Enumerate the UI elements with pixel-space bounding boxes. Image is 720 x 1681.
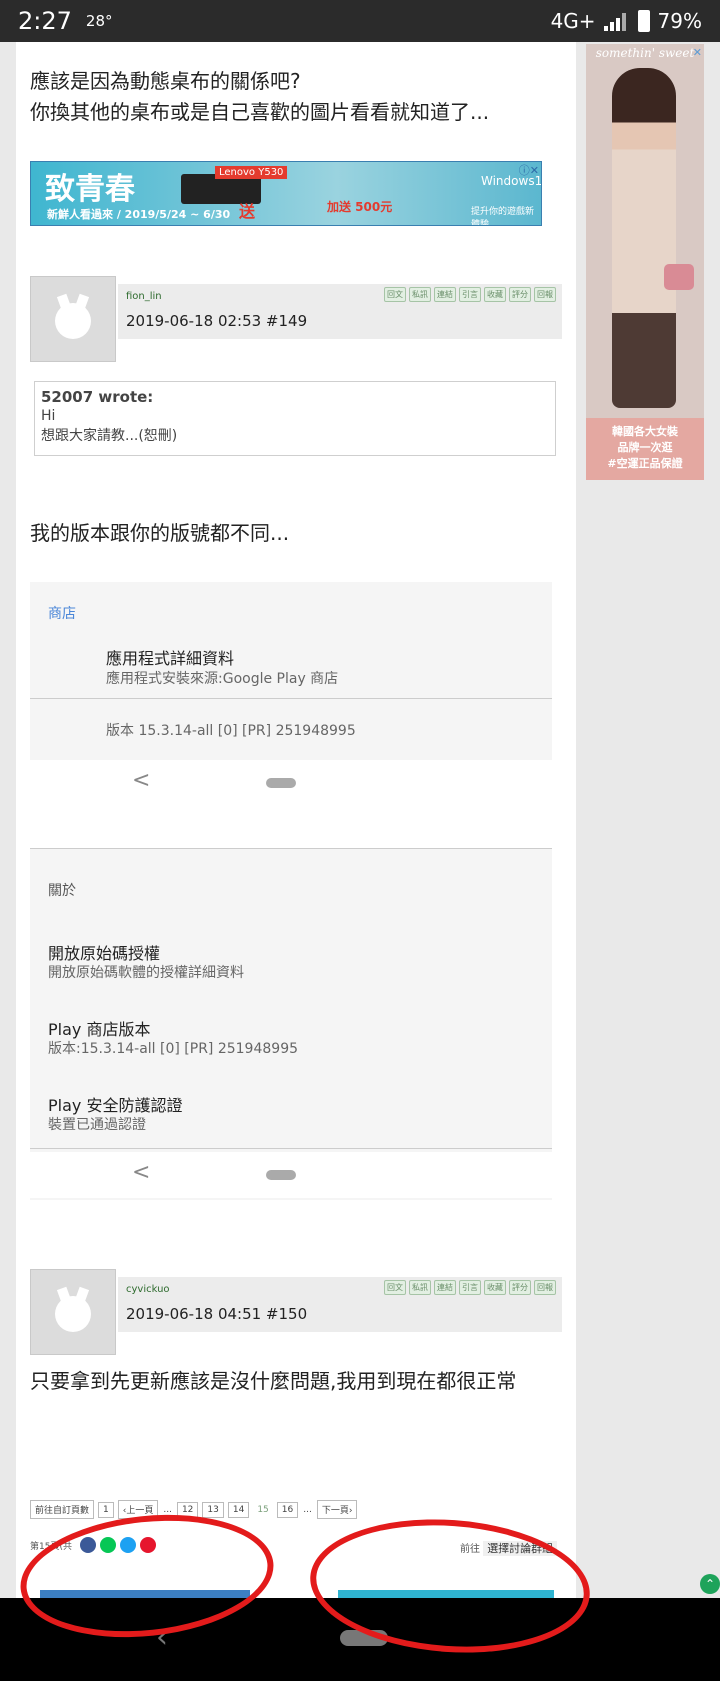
thread-content: 應該是因為動態桌布的關係吧? 你換其他的桌布或是自己喜歡的圖片看看就知道了...…	[16, 42, 576, 1598]
post-meta: cyvickuo 2019-06-18 04:51 #150 回文 私訊 連結 …	[118, 1277, 562, 1332]
version-text: 版本 15.3.14-all [0] [PR] 251948995	[106, 723, 356, 739]
side-ad[interactable]: somethin' sweet ✕ 韓國各大女裝 品牌一次逛 #空運正品保證	[586, 44, 704, 480]
banner-brand: Lenovo Y530	[215, 166, 288, 179]
about-item-subtitle: 裝置已通過認證	[48, 1117, 146, 1133]
post-header-149: fion_lin 2019-06-18 02:53 #149 回文 私訊 連結 …	[30, 276, 562, 362]
post-intro-line-1: 應該是因為動態桌布的關係吧?	[30, 69, 301, 93]
post-actions: 回文 私訊 連結 引言 收藏 評分 回報	[384, 1280, 556, 1295]
side-ad-caption: 韓國各大女裝 品牌一次逛 #空運正品保證	[586, 418, 704, 480]
action-reply-button[interactable]: 回文	[384, 1280, 406, 1295]
banner-gift: 送	[239, 202, 256, 221]
store-section-label: 商店	[48, 606, 76, 622]
action-rate-button[interactable]: 評分	[509, 287, 531, 302]
current-page: 15	[257, 1504, 269, 1515]
action-quote-button[interactable]: 引言	[459, 287, 481, 302]
post-meta: fion_lin 2019-06-18 02:53 #149 回文 私訊 連結 …	[118, 284, 562, 339]
page-link[interactable]: 1	[98, 1501, 114, 1518]
app-details-source: 應用程式安裝來源:Google Play 商店	[106, 671, 339, 687]
cat-avatar-icon	[55, 303, 91, 339]
home-pill-icon	[266, 1170, 296, 1180]
banner-gift-extra: 加送 500元	[327, 200, 393, 214]
network-type: 4G+	[550, 9, 596, 33]
action-rate-button[interactable]: 評分	[509, 1280, 531, 1295]
action-pm-button[interactable]: 私訊	[409, 1280, 431, 1295]
banner-ad[interactable]: 致青春 新鮮人看過來 / 2019/5/24 ~ 6/30 Lenovo Y53…	[30, 161, 542, 226]
page-link[interactable]: 16	[276, 1501, 299, 1518]
banner-title: 致青春	[45, 172, 135, 207]
model-image	[612, 68, 676, 408]
ad-close-icon[interactable]: ⓘ✕	[519, 162, 539, 178]
action-report-button[interactable]: 回報	[534, 1280, 556, 1295]
side-ad-label: somethin' sweet	[595, 46, 695, 60]
status-bar: 2:27 28° 4G+ 79%	[0, 0, 720, 42]
battery-icon	[637, 10, 650, 32]
about-item-title: Play 商店版本	[48, 1020, 151, 1039]
goto-page-button[interactable]: 前往自訂頁數	[30, 1500, 95, 1519]
status-temperature: 28°	[85, 12, 113, 30]
status-time: 2:27	[18, 7, 72, 35]
post-date: 2019-06-18 02:53 #149	[126, 312, 308, 330]
action-fav-button[interactable]: 收藏	[484, 287, 506, 302]
quote-line: Hi	[41, 408, 56, 424]
page: 應該是因為動態桌布的關係吧? 你換其他的桌布或是自己喜歡的圖片看看就知道了...…	[0, 42, 720, 1598]
app-details-title: 應用程式詳細資料	[106, 649, 235, 668]
action-reply-button[interactable]: 回文	[384, 287, 406, 302]
next-page-button[interactable]: 下一頁›	[316, 1500, 358, 1519]
post-username[interactable]: cyvickuo	[126, 1284, 170, 1295]
about-item-title: Play 安全防護認證	[48, 1096, 183, 1115]
back-icon: <	[132, 768, 151, 793]
cat-avatar-icon	[55, 1296, 91, 1332]
side-ad-caption-line: 品牌一次逛	[617, 441, 673, 454]
page-link[interactable]: 14	[227, 1501, 250, 1518]
back-icon: <	[132, 1160, 151, 1185]
screenshot-1: 商店 應用程式詳細資料 應用程式安裝來源:Google Play 商店 版本 1…	[30, 582, 552, 806]
screenshot-nav: <	[30, 1152, 552, 1198]
handbag-image	[664, 264, 694, 290]
banner-cta: 提升你的遊戲新體驗	[471, 207, 535, 226]
post-header-150: cyvickuo 2019-06-18 04:51 #150 回文 私訊 連結 …	[30, 1269, 562, 1355]
quote-header: 52007 wrote:	[41, 388, 154, 406]
post-intro-line-2: 你換其他的桌布或是自己喜歡的圖片看看就知道了...	[30, 100, 490, 124]
avatar[interactable]	[30, 1269, 116, 1355]
action-report-button[interactable]: 回報	[534, 287, 556, 302]
action-link-button[interactable]: 連結	[434, 287, 456, 302]
about-item-subtitle: 版本:15.3.14-all [0] [PR] 251948995	[48, 1041, 299, 1057]
about-section-label: 關於	[48, 883, 76, 899]
action-fav-button[interactable]: 收藏	[484, 1280, 506, 1295]
screenshot-2: 關於 開放原始碼授權 開放原始碼軟體的授權詳細資料 Play 商店版本 版本:1…	[30, 848, 552, 1200]
battery-level: 79%	[657, 9, 702, 33]
quote-line: 想跟大家請教...(恕刪)	[41, 428, 178, 444]
reply-149-text: 我的版本跟你的版號都不同...	[30, 521, 290, 545]
quote-block: 52007 wrote: Hi 想跟大家請教...(恕刪)	[34, 381, 556, 456]
banner-subtitle: 新鮮人看過來 / 2019/5/24 ~ 6/30	[47, 208, 231, 221]
post-username[interactable]: fion_lin	[126, 291, 162, 302]
reply-150-text: 只要拿到先更新應該是沒什麼問題,我用到現在都很正常	[30, 1369, 517, 1393]
scroll-top-button[interactable]: ⌃	[700, 1574, 720, 1594]
avatar[interactable]	[30, 276, 116, 362]
side-ad-caption-line: #空運正品保證	[607, 457, 683, 470]
action-link-button[interactable]: 連結	[434, 1280, 456, 1295]
page-link[interactable]: 13	[202, 1501, 224, 1518]
signal-icon	[603, 11, 630, 31]
side-ad-caption-line: 韓國各大女裝	[612, 425, 678, 438]
post-date: 2019-06-18 04:51 #150	[126, 1305, 308, 1323]
ad-close-icon[interactable]: ✕	[693, 46, 702, 59]
screenshot-nav: <	[30, 760, 552, 806]
about-item-title: 開放原始碼授權	[48, 944, 161, 963]
home-pill-icon	[266, 778, 296, 788]
about-item-subtitle: 開放原始碼軟體的授權詳細資料	[48, 965, 244, 981]
post-actions: 回文 私訊 連結 引言 收藏 評分 回報	[384, 287, 556, 302]
action-pm-button[interactable]: 私訊	[409, 287, 431, 302]
action-quote-button[interactable]: 引言	[459, 1280, 481, 1295]
ellipsis: ...	[303, 1504, 312, 1515]
